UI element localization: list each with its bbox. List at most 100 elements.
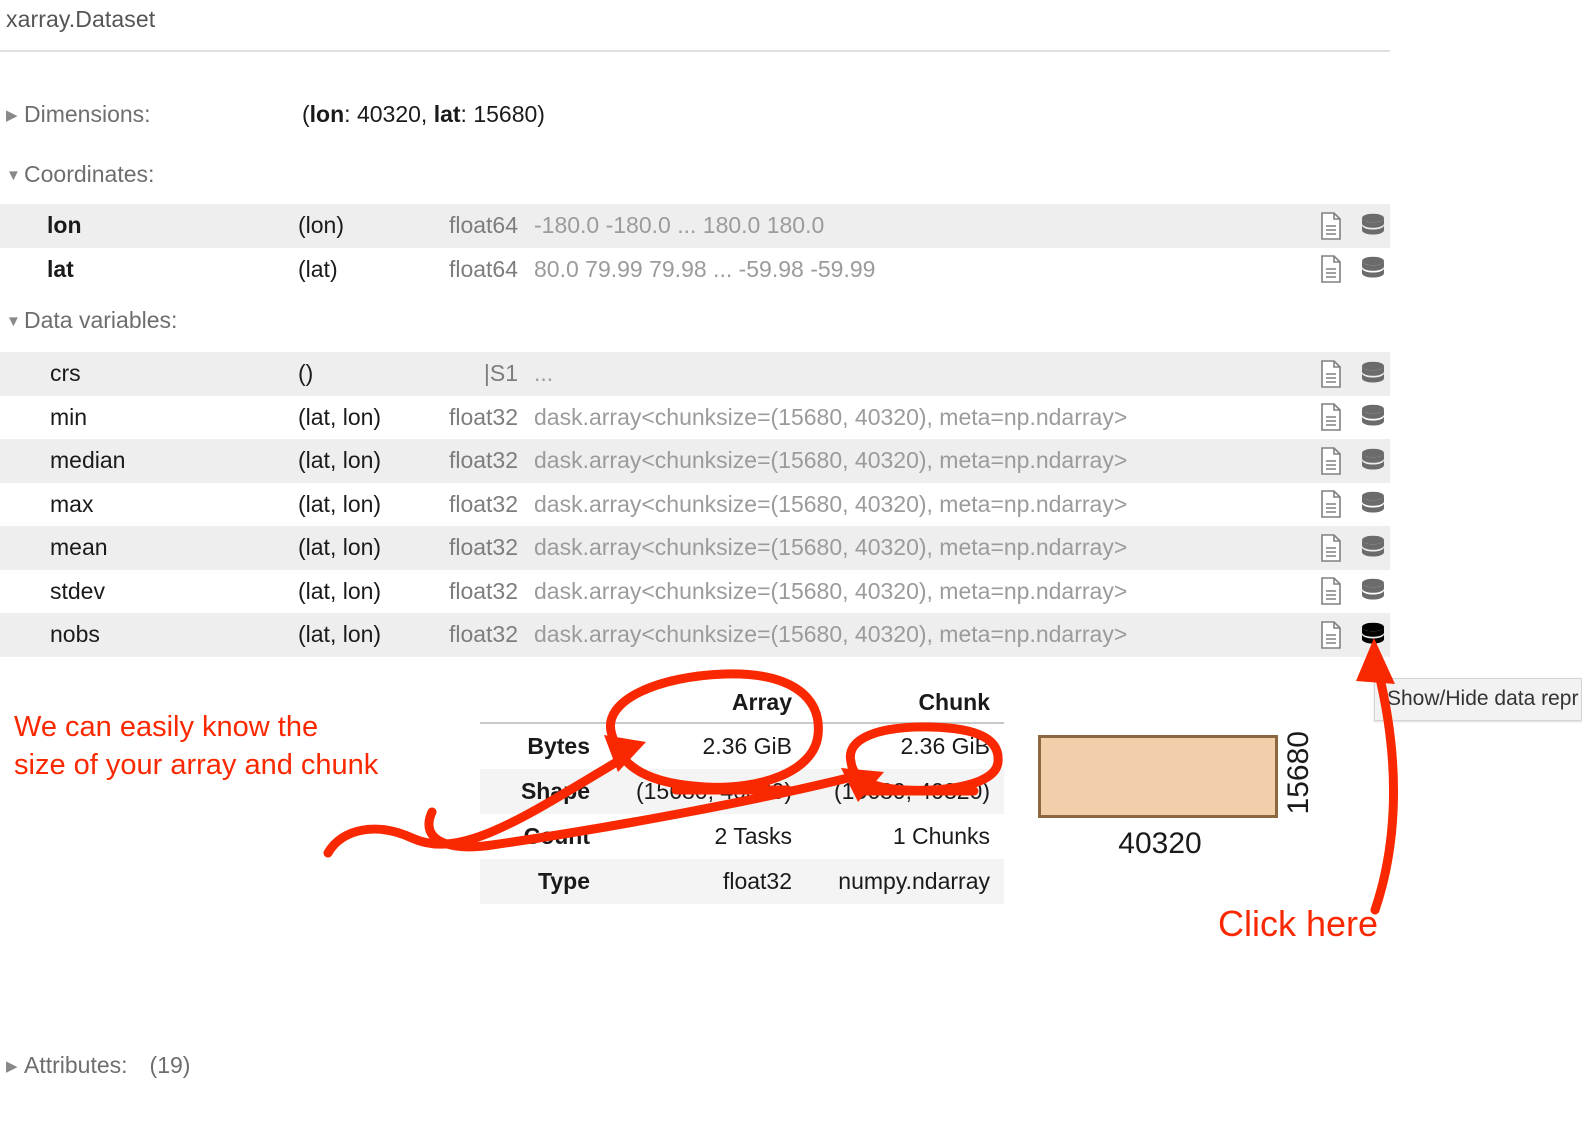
row-variable-name: median xyxy=(50,447,126,474)
dask-array-value: float32 xyxy=(722,868,792,894)
chevron-right-icon[interactable]: ▶ xyxy=(6,1059,24,1074)
row-icon-group xyxy=(1317,533,1387,563)
table-row[interactable]: stdev (lat, lon) float32 dask.array<chunksi… xyxy=(0,569,1390,613)
row-dtype: float32 xyxy=(448,447,518,474)
row-dimensions: (lat, lon) xyxy=(298,403,382,430)
dask-table-row: Type float32 numpy.ndarray xyxy=(480,859,1004,904)
row-dimensions: (lat, lon) xyxy=(298,621,382,648)
annotation-click-here: Click here xyxy=(1218,903,1379,944)
dimensions-value: (lon: 40320, lat: 15680) xyxy=(302,101,545,127)
database-icon[interactable] xyxy=(1359,620,1387,650)
dask-chunk-value: 2.36 GiB xyxy=(900,733,991,759)
row-dtype: float32 xyxy=(448,621,518,648)
section-data-variables-label: Data variables: xyxy=(24,307,178,333)
chevron-down-icon[interactable]: ▼ xyxy=(6,314,24,329)
dask-array-info: Array Chunk Bytes 2.36 GiB 2.36 GiB Shape (1… xyxy=(480,680,1004,904)
row-variable-name: lat xyxy=(47,255,74,282)
row-preview: 80.0 79.99 79.98 ... -59.98 -59.99 xyxy=(534,255,876,282)
coordinates-list: lon (lon) float64 -180.0 -180.0 ... 180.0 1… xyxy=(0,204,1390,291)
row-preview: dask.array<chunksize=(15680, 40320), met… xyxy=(534,403,1128,430)
section-coordinates[interactable]: ▼ Coordinates: xyxy=(6,161,154,188)
section-coordinates-label: Coordinates: xyxy=(24,161,155,187)
table-row[interactable]: max (lat, lon) float32 dask.array<chunksize… xyxy=(0,482,1390,526)
dask-header-chunk: Chunk xyxy=(806,680,1004,724)
dask-table-row: Shape (15680, 40320) (15680, 40320) xyxy=(480,769,1004,814)
row-dtype: float32 xyxy=(448,577,518,604)
row-dimensions: () xyxy=(298,360,314,387)
dask-array-value: 2.36 GiB xyxy=(702,733,793,759)
dim-lon-name: lon xyxy=(309,101,345,127)
database-icon[interactable] xyxy=(1359,254,1387,284)
row-variable-name: crs xyxy=(50,360,81,387)
row-dtype: float32 xyxy=(448,490,518,517)
row-dtype: float64 xyxy=(448,212,518,239)
dask-array-value: 2 Tasks xyxy=(714,823,792,849)
file-text-icon[interactable] xyxy=(1317,254,1345,284)
row-dimensions: (lat) xyxy=(298,255,338,282)
database-icon[interactable] xyxy=(1359,446,1387,476)
annotation-size-note: We can easily know the size of your arra… xyxy=(14,711,379,782)
database-icon[interactable] xyxy=(1359,402,1387,432)
row-dtype: float64 xyxy=(448,255,518,282)
dim-lat-size: : 15680) xyxy=(460,101,545,127)
row-preview: dask.array<chunksize=(15680, 40320), met… xyxy=(534,534,1128,561)
chunk-rectangle xyxy=(1038,735,1278,818)
file-text-icon[interactable] xyxy=(1317,533,1345,563)
data-variables-list: crs () |S1... min (lat, lon) float32 dask.arra… xyxy=(0,352,1390,657)
row-preview: dask.array<chunksize=(15680, 40320), met… xyxy=(534,577,1128,604)
file-text-icon[interactable] xyxy=(1317,576,1345,606)
table-row[interactable]: lon (lon) float64 -180.0 -180.0 ... 180.0 1… xyxy=(0,204,1390,248)
file-text-icon[interactable] xyxy=(1317,446,1345,476)
row-icon-group xyxy=(1317,402,1387,432)
row-icon-group xyxy=(1317,489,1387,519)
row-preview: dask.array<chunksize=(15680, 40320), met… xyxy=(534,447,1128,474)
page-title: xarray.Dataset xyxy=(6,6,156,32)
row-variable-name: min xyxy=(50,403,88,430)
database-icon[interactable] xyxy=(1359,489,1387,519)
table-row[interactable]: nobs (lat, lon) float32 dask.array<chunksiz… xyxy=(0,613,1390,657)
row-preview: dask.array<chunksize=(15680, 40320), met… xyxy=(534,621,1128,648)
database-icon[interactable] xyxy=(1359,533,1387,563)
dask-header-array: Array xyxy=(608,680,806,724)
row-dimensions: (lat, lon) xyxy=(298,490,382,517)
dim-lat-name: lat xyxy=(433,101,461,127)
row-preview: dask.array<chunksize=(15680, 40320), met… xyxy=(534,490,1128,517)
table-row[interactable]: lat (lat) float64 80.0 79.99 79.98 ... -59.… xyxy=(0,247,1390,291)
row-icon-group xyxy=(1317,211,1387,241)
section-data-variables[interactable]: ▼ Data variables: xyxy=(6,307,177,334)
table-row[interactable]: mean (lat, lon) float32 dask.array<chunksiz… xyxy=(0,526,1390,570)
row-variable-name: mean xyxy=(50,534,108,561)
table-row[interactable]: crs () |S1... xyxy=(0,352,1390,396)
diagram-width-label: 40320 xyxy=(1118,827,1202,860)
database-icon[interactable] xyxy=(1359,359,1387,389)
row-dimensions: (lat, lon) xyxy=(298,534,382,561)
section-attributes[interactable]: ▶ Attributes: (19) xyxy=(6,1052,190,1079)
file-text-icon[interactable] xyxy=(1317,620,1345,650)
row-dimensions: (lon) xyxy=(298,212,345,239)
row-dtype: float32 xyxy=(448,403,518,430)
dask-table-body: Bytes 2.36 GiB 2.36 GiB Shape (15680, 40320)… xyxy=(480,723,1004,904)
row-variable-name: stdev xyxy=(50,577,105,604)
dim-lon-size: : 40320, xyxy=(344,101,434,127)
row-icon-group xyxy=(1317,359,1387,389)
table-row[interactable]: median (lat, lon) float32 dask.array<chunks… xyxy=(0,439,1390,483)
section-dimensions[interactable]: ▶ Dimensions: (lon: 40320, lat: 15680) xyxy=(6,101,545,128)
row-variable-name: nobs xyxy=(50,621,100,648)
chevron-right-icon[interactable]: ▶ xyxy=(6,108,24,123)
dask-array-value: (15680, 40320) xyxy=(635,778,792,804)
database-icon[interactable] xyxy=(1359,576,1387,606)
chevron-down-icon[interactable]: ▼ xyxy=(6,168,24,183)
database-icon[interactable] xyxy=(1359,211,1387,241)
dask-chunk-value: (15680, 40320) xyxy=(833,778,990,804)
section-dimensions-label: Dimensions: xyxy=(24,101,151,127)
row-variable-name: lon xyxy=(47,212,82,239)
table-row[interactable]: min (lat, lon) float32 dask.array<chunksize… xyxy=(0,395,1390,439)
header-divider xyxy=(0,50,1390,52)
row-icon-group xyxy=(1317,446,1387,476)
dask-header-blank xyxy=(480,680,608,724)
dask-row-label: Shape xyxy=(520,778,590,804)
file-text-icon[interactable] xyxy=(1317,402,1345,432)
file-text-icon[interactable] xyxy=(1317,211,1345,241)
file-text-icon[interactable] xyxy=(1317,359,1345,389)
file-text-icon[interactable] xyxy=(1317,489,1345,519)
